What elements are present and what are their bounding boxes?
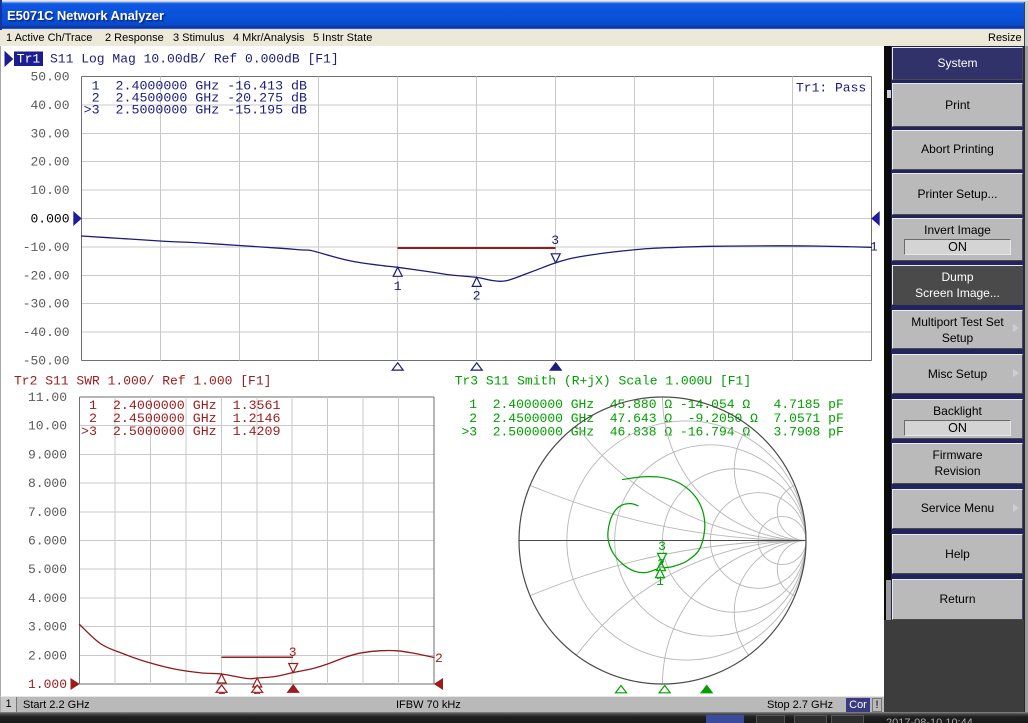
- svg-text:-50.00: -50.00: [23, 354, 70, 369]
- svg-text:7.000: 7.000: [28, 505, 67, 520]
- svg-text:6.000: 6.000: [28, 534, 67, 549]
- svg-text:11.00: 11.00: [28, 390, 67, 405]
- svg-text:2: 2: [657, 557, 665, 572]
- svg-text:-40.00: -40.00: [23, 325, 70, 340]
- svg-text:2.000: 2.000: [28, 648, 67, 663]
- svg-text:3: 3: [551, 233, 559, 248]
- svg-text:1: 1: [870, 240, 878, 255]
- svg-text:2: 2: [435, 651, 443, 666]
- svg-text:3: 3: [658, 539, 666, 554]
- svg-text:30.00: 30.00: [30, 126, 69, 141]
- svg-text:-10.00: -10.00: [23, 240, 70, 255]
- svg-text:Tr2 S11 SWR 1.000/ Ref 1.000 [: Tr2 S11 SWR 1.000/ Ref 1.000 [F1]: [14, 374, 271, 389]
- svg-text:-20.00: -20.00: [23, 268, 70, 283]
- svg-text:1: 1: [656, 574, 664, 589]
- svg-text:2: 2: [473, 289, 481, 304]
- svg-text:3: 3: [289, 645, 297, 660]
- svg-text:3.000: 3.000: [28, 620, 67, 635]
- svg-text:20.00: 20.00: [30, 155, 69, 170]
- svg-text:10.00: 10.00: [30, 183, 69, 198]
- svg-text:10.00: 10.00: [28, 419, 67, 434]
- svg-text:S11 Log Mag 10.00dB/ Ref 0.000: S11 Log Mag 10.00dB/ Ref 0.000dB [F1]: [50, 52, 339, 67]
- svg-text:1.000: 1.000: [28, 677, 67, 692]
- svg-text:5.000: 5.000: [28, 562, 67, 577]
- svg-text:-30.00: -30.00: [23, 297, 70, 312]
- svg-text:>3 2.5000000 GHz -15.195 dB: >3 2.5000000 GHz -15.195 dB: [84, 102, 307, 117]
- svg-text:9.000: 9.000: [28, 447, 67, 462]
- svg-text:1: 1: [394, 279, 402, 294]
- svg-text:Tr1: Pass: Tr1: Pass: [796, 81, 866, 96]
- svg-text:>3 2.5000000 GHz 46.838 Ω -1: >3 2.5000000 GHz 46.838 Ω -16.794 Ω 3.79…: [462, 425, 844, 440]
- svg-text:4.000: 4.000: [28, 591, 67, 606]
- svg-text:Tr3 S11 Smith (R+jX) Scale 1.0: Tr3 S11 Smith (R+jX) Scale 1.000U [F1]: [455, 374, 751, 389]
- svg-text:40.00: 40.00: [30, 98, 69, 113]
- svg-text:50.00: 50.00: [30, 70, 69, 85]
- svg-text:>3 2.5000000 GHz 1.4209: >3 2.5000000 GHz 1.4209: [81, 424, 281, 439]
- svg-text:Tr1: Tr1: [17, 52, 41, 67]
- svg-text:0.000: 0.000: [30, 212, 69, 227]
- svg-text:8.000: 8.000: [28, 476, 67, 491]
